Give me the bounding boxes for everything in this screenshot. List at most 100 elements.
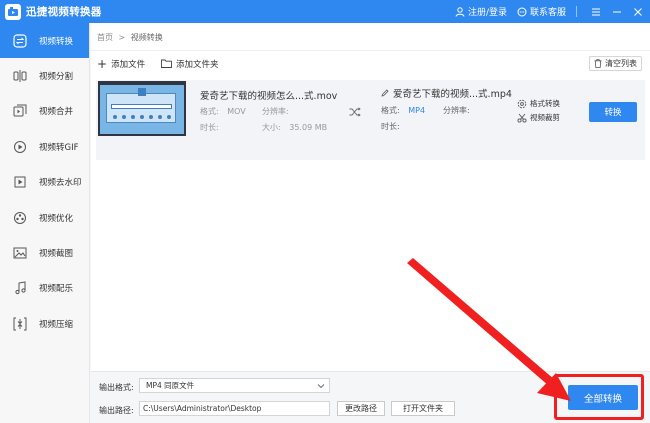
support-link[interactable]: 联系客服 bbox=[517, 5, 566, 18]
source-size: 大小: 35.09 MB bbox=[262, 122, 327, 133]
source-file-name: 爱奇艺下载的视频怎么...式.mov bbox=[200, 91, 338, 102]
output-format-select[interactable]: MP4 同原文件 bbox=[139, 378, 330, 393]
sidebar-item-video-compress[interactable]: 视频压缩 bbox=[0, 306, 89, 341]
sidebar-item-video-merge[interactable]: 视频合并 bbox=[0, 94, 89, 129]
login-label: 注册/登录 bbox=[467, 8, 507, 18]
clear-list-label: 清空列表 bbox=[605, 59, 637, 68]
sidebar-item-video-watermark[interactable]: 视频去水印 bbox=[0, 165, 89, 200]
video-thumbnail bbox=[98, 81, 186, 136]
app-logo-icon bbox=[5, 3, 21, 20]
change-path-button[interactable]: 更改路径 bbox=[337, 401, 385, 416]
sidebar-item-label: 视频去水印 bbox=[39, 178, 82, 189]
title-divider bbox=[576, 6, 577, 17]
source-resolution: 分辨率: bbox=[262, 106, 289, 117]
close-button[interactable] bbox=[629, 3, 647, 21]
trash-icon bbox=[594, 59, 602, 68]
target-file-name[interactable]: 爱奇艺下载的视频...式.mp4 bbox=[381, 86, 512, 100]
source-size-label: 大小: bbox=[262, 123, 281, 132]
add-file-button[interactable]: + 添加文件 bbox=[97, 56, 145, 71]
sidebar-item-video-convert[interactable]: 视频转换 bbox=[0, 23, 89, 59]
app-title: 迅捷视频转换器 bbox=[26, 6, 102, 18]
add-file-label: 添加文件 bbox=[111, 59, 146, 70]
source-format-label: 格式: bbox=[200, 107, 219, 116]
format-convert-label: 格式转换 bbox=[530, 99, 560, 108]
settings-icon bbox=[517, 99, 527, 108]
output-path-field[interactable]: C:\Users\Administrator\Desktop bbox=[139, 401, 330, 416]
edit-icon bbox=[381, 89, 389, 97]
music-icon bbox=[12, 280, 28, 296]
support-label: 联系客服 bbox=[529, 8, 566, 18]
title-bar: 迅捷视频转换器 注册/登录 联系客服 bbox=[0, 0, 650, 23]
target-format-value: MP4 bbox=[408, 106, 426, 115]
chat-icon bbox=[517, 7, 527, 16]
output-format-value: MP4 同原文件 bbox=[146, 381, 195, 390]
screenshot-icon bbox=[12, 245, 28, 261]
source-resolution-label: 分辨率: bbox=[262, 107, 289, 116]
format-convert-option[interactable]: 格式转换 bbox=[517, 98, 560, 109]
sidebar-item-video-gif[interactable]: 视频转GIF bbox=[0, 129, 89, 164]
target-resolution-label: 分辨率: bbox=[443, 106, 470, 115]
target-duration: 时长: bbox=[381, 121, 400, 132]
gif-icon bbox=[12, 139, 28, 155]
add-folder-label: 添加文件夹 bbox=[176, 59, 219, 70]
convert-all-button[interactable]: 全部转换 bbox=[568, 385, 638, 410]
sidebar-item-label: 视频合并 bbox=[39, 107, 74, 118]
sidebar-item-video-screenshot[interactable]: 视频截图 bbox=[0, 235, 89, 270]
sidebar-item-label: 视频转GIF bbox=[39, 142, 79, 153]
user-icon bbox=[455, 6, 465, 17]
scissors-icon bbox=[517, 113, 527, 123]
target-format: 格式: MP4 bbox=[381, 105, 425, 116]
main-panel: 首页 > 视频转换 + 添加文件 添加文件夹 清空列表 爱奇艺下载的视频怎么..… bbox=[91, 23, 650, 423]
breadcrumb: 首页 > 视频转换 bbox=[97, 32, 163, 43]
sidebar-item-label: 视频压缩 bbox=[39, 319, 74, 330]
chevron-down-icon bbox=[317, 384, 325, 389]
output-format-label: 输出格式: bbox=[99, 383, 134, 392]
target-format-label: 格式: bbox=[381, 106, 400, 115]
source-size-value: 35.09 MB bbox=[289, 123, 328, 132]
sidebar-item-label: 视频截图 bbox=[39, 249, 74, 260]
add-folder-button[interactable]: 添加文件夹 bbox=[161, 56, 219, 71]
plus-icon: + bbox=[97, 56, 108, 71]
sidebar: 视频转换 视频分割 视频合并 视频转GIF 视频去水印 视频优化 视频截图 视频… bbox=[0, 23, 90, 423]
sidebar-item-video-music[interactable]: 视频配乐 bbox=[0, 271, 89, 306]
sidebar-item-label: 视频分割 bbox=[39, 72, 74, 83]
minimize-icon bbox=[613, 11, 621, 12]
folder-icon bbox=[161, 59, 172, 68]
source-format: 格式: MOV bbox=[200, 106, 246, 117]
open-folder-button[interactable]: 打开文件夹 bbox=[391, 401, 455, 416]
source-duration-label: 时长: bbox=[200, 123, 219, 132]
close-icon bbox=[634, 7, 642, 16]
sidebar-item-label: 视频转换 bbox=[39, 36, 74, 47]
clear-list-button[interactable]: 清空列表 bbox=[589, 56, 642, 71]
bottom-panel: 输出格式: MP4 同原文件 输出路径: C:\Users\Administra… bbox=[91, 371, 650, 423]
convert-icon bbox=[12, 33, 28, 49]
sidebar-item-label: 视频配乐 bbox=[39, 284, 74, 295]
breadcrumb-separator: > bbox=[118, 33, 126, 42]
header-divider bbox=[91, 50, 650, 51]
convert-button[interactable]: 转换 bbox=[589, 102, 637, 122]
breadcrumb-current: 视频转换 bbox=[130, 33, 163, 42]
output-path-label: 输出路径: bbox=[99, 406, 134, 415]
target-duration-label: 时长: bbox=[381, 122, 400, 131]
sidebar-item-video-optimize[interactable]: 视频优化 bbox=[0, 200, 89, 235]
optimize-icon bbox=[12, 210, 28, 226]
menu-button[interactable] bbox=[587, 3, 605, 21]
menu-icon bbox=[592, 8, 600, 15]
source-duration: 时长: bbox=[200, 122, 219, 133]
merge-icon bbox=[12, 103, 28, 119]
target-resolution: 分辨率: bbox=[443, 105, 470, 116]
shuffle-icon bbox=[349, 107, 361, 120]
compress-icon bbox=[12, 316, 28, 332]
minimize-button[interactable] bbox=[608, 3, 626, 21]
breadcrumb-home[interactable]: 首页 bbox=[97, 33, 113, 42]
login-link[interactable]: 注册/登录 bbox=[455, 5, 507, 18]
video-cut-option[interactable]: 视频裁剪 bbox=[517, 112, 560, 123]
file-row[interactable]: 爱奇艺下载的视频怎么...式.mov 格式: MOV 分辨率: 时长: 大小: … bbox=[96, 80, 645, 160]
sidebar-item-video-split[interactable]: 视频分割 bbox=[0, 58, 89, 93]
sidebar-item-label: 视频优化 bbox=[39, 213, 74, 224]
source-format-value: MOV bbox=[227, 107, 246, 116]
split-icon bbox=[12, 68, 28, 84]
watermark-icon bbox=[12, 174, 28, 190]
target-file-name-text: 爱奇艺下载的视频...式.mp4 bbox=[393, 89, 512, 100]
video-cut-label: 视频裁剪 bbox=[530, 113, 560, 122]
